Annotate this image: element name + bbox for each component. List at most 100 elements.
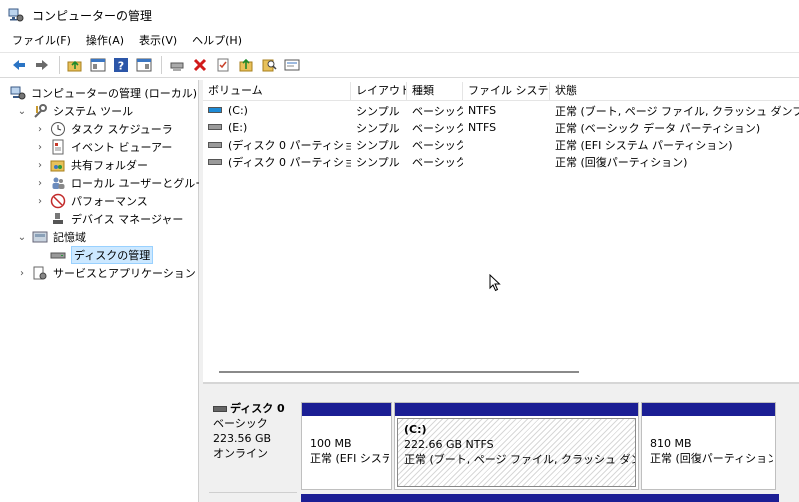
partition-efi[interactable]: 100 MB 正常 (EFI システ	[301, 402, 392, 490]
volume-cell: (ディスク 0 パーティション 1)	[203, 137, 351, 153]
partition-status: 正常 (ブート, ページ ファイル, クラッシュ ダンプ, ベー	[404, 453, 635, 466]
delete-icon[interactable]	[191, 56, 209, 74]
toolbar: ?	[0, 52, 799, 78]
tree-item-task-scheduler[interactable]: › タスク スケジューラ	[34, 120, 173, 138]
table-row[interactable]: (E:) シンプル ベーシック NTFS 正常 (ベーシック データ パーティシ…	[203, 119, 799, 136]
disk-info[interactable]: ディスク 0 ベーシック 223.56 GB オンライン	[209, 401, 297, 475]
show-hide-icon[interactable]	[135, 56, 153, 74]
title-bar: コンピューターの管理	[0, 0, 799, 30]
partition-size: 100 MB	[310, 437, 352, 450]
partition-body: 100 MB 正常 (EFI システ	[304, 418, 389, 487]
computer-management-icon	[8, 7, 24, 23]
tree-item-performance[interactable]: › パフォーマンス	[34, 192, 148, 210]
status-cell: 正常 (EFI システム パーティション)	[555, 138, 733, 152]
checklist-icon[interactable]	[214, 56, 232, 74]
column-header-layout[interactable]: レイアウト	[351, 82, 407, 101]
services-icon	[32, 265, 48, 281]
tree-item-system-tools[interactable]: ⌄ システム ツール	[16, 102, 133, 120]
partition-c[interactable]: (C:) 222.66 GB NTFS 正常 (ブート, ページ ファイル, ク…	[394, 402, 639, 490]
users-icon	[50, 175, 66, 191]
console-tree-icon[interactable]	[89, 56, 107, 74]
up-folder-icon[interactable]	[66, 56, 84, 74]
drive-icon	[208, 141, 222, 148]
partition-title: (C:)	[404, 423, 427, 436]
tree-item-event-viewer[interactable]: › イベント ビューアー	[34, 138, 172, 156]
chevron-right-icon[interactable]: ›	[34, 124, 46, 135]
help-icon[interactable]: ?	[112, 56, 130, 74]
column-header-status[interactable]: 状態	[550, 82, 799, 101]
table-row[interactable]: (C:) シンプル ベーシック NTFS 正常 (ブート, ページ ファイル, …	[203, 102, 799, 119]
volume-name: (E:)	[228, 121, 248, 134]
chevron-right-icon[interactable]: ›	[34, 142, 46, 153]
menu-file[interactable]: ファイル(F)	[12, 32, 71, 48]
next-disk-info[interactable]	[209, 492, 297, 502]
tree-item-shared-folders[interactable]: › 共有フォルダー	[34, 156, 148, 174]
partition-bar	[642, 403, 775, 416]
forward-icon[interactable]	[33, 56, 51, 74]
volume-cell: (C:)	[203, 104, 351, 117]
volume-name: (ディスク 0 パーティション 1)	[228, 138, 351, 152]
column-header-volume[interactable]: ボリューム	[203, 82, 351, 101]
tree-item-storage[interactable]: ⌄ 記憶域	[16, 228, 86, 246]
menu-bar: ファイル(F) 操作(A) 表示(V) ヘルプ(H)	[0, 30, 799, 50]
performance-icon	[50, 193, 66, 209]
partition-recovery[interactable]: 810 MB 正常 (回復パーティション)	[641, 402, 776, 490]
tree-item-label: サービスとアプリケーション	[53, 267, 196, 280]
connect-drive-icon[interactable]	[168, 56, 186, 74]
partition-bar	[395, 403, 638, 416]
device-manager-icon	[50, 211, 66, 227]
next-disk-partition-bar	[301, 494, 779, 502]
volume-cell: (ディスク 0 パーティション 4)	[203, 154, 351, 170]
chevron-right-icon[interactable]: ›	[34, 196, 46, 207]
column-header-filesystem[interactable]: ファイル システム	[463, 82, 550, 101]
filesystem-cell: NTFS	[468, 121, 497, 134]
volume-name: (C:)	[228, 104, 248, 117]
tree-item-disk-management[interactable]: ディスクの管理	[50, 246, 154, 264]
status-cell: 正常 (ブート, ページ ファイル, クラッシュ ダンプ, ベーシ	[555, 104, 799, 118]
disk-size: 223.56 GB	[213, 432, 272, 445]
type-cell: ベーシック	[412, 104, 463, 118]
chevron-down-icon[interactable]: ⌄	[16, 106, 28, 117]
chevron-right-icon[interactable]: ›	[16, 268, 28, 279]
disk-icon	[213, 405, 227, 412]
column-header-type[interactable]: 種類	[407, 82, 463, 101]
disk-management-icon	[50, 247, 66, 263]
event-log-icon	[50, 139, 66, 155]
disk-name: ディスク 0	[230, 402, 285, 415]
drive-icon	[208, 107, 222, 113]
tree-item-label: デバイス マネージャー	[71, 213, 184, 226]
tree-item-services[interactable]: › サービスとアプリケーション	[16, 264, 196, 282]
volume-name: (ディスク 0 パーティション 4)	[228, 155, 351, 169]
tree-item-device-manager[interactable]: デバイス マネージャー	[50, 210, 183, 228]
status-cell: 正常 (回復パーティション)	[555, 155, 688, 169]
horizontal-scrollbar[interactable]	[219, 371, 579, 373]
properties-icon[interactable]	[283, 56, 301, 74]
svg-text:?: ?	[118, 60, 124, 73]
chevron-right-icon[interactable]: ›	[34, 178, 46, 189]
volume-cell: (E:)	[203, 121, 351, 134]
back-icon[interactable]	[10, 56, 28, 74]
search-icon[interactable]	[260, 56, 278, 74]
menu-action[interactable]: 操作(A)	[86, 32, 124, 48]
partition-body: (C:) 222.66 GB NTFS 正常 (ブート, ページ ファイル, ク…	[397, 418, 636, 487]
chevron-right-icon[interactable]: ›	[34, 160, 46, 171]
table-row[interactable]: (ディスク 0 パーティション 1) シンプル ベーシック 正常 (EFI シス…	[203, 136, 799, 153]
window-title: コンピューターの管理	[32, 8, 153, 23]
clock-icon	[50, 121, 66, 137]
menu-view[interactable]: 表示(V)	[139, 32, 177, 48]
toolbar-separator	[59, 56, 60, 74]
filesystem-cell: NTFS	[468, 104, 497, 117]
partition-title	[650, 421, 773, 436]
partition-size: 222.66 GB NTFS	[404, 438, 494, 451]
tree-item-local-users[interactable]: › ローカル ユーザーとグループ	[34, 174, 217, 192]
type-cell: ベーシック	[412, 138, 463, 152]
computer-management-icon	[10, 85, 26, 101]
type-cell: ベーシック	[412, 121, 463, 135]
tree-item-root[interactable]: コンピューターの管理 (ローカル)	[10, 84, 197, 102]
tree-item-label: 記憶域	[53, 231, 86, 244]
storage-icon	[32, 229, 48, 245]
export-icon[interactable]	[237, 56, 255, 74]
chevron-down-icon[interactable]: ⌄	[16, 232, 28, 243]
menu-help[interactable]: ヘルプ(H)	[192, 32, 242, 48]
table-row[interactable]: (ディスク 0 パーティション 4) シンプル ベーシック 正常 (回復パーティ…	[203, 153, 799, 170]
